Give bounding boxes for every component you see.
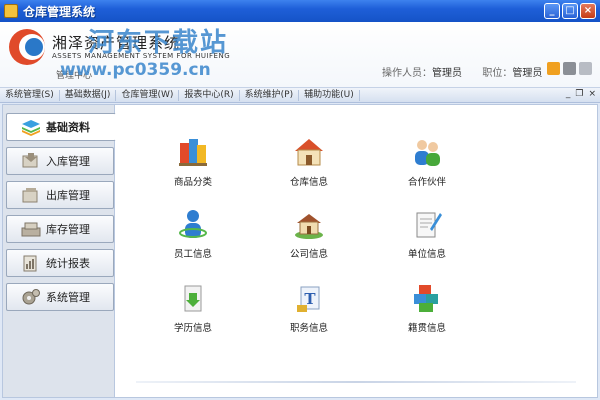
title-bar: 仓库管理系统 _ □ × [0,0,600,22]
sidebar-item-basic-info[interactable]: 基础资料 [6,113,116,141]
warehouse-house-icon [295,139,323,166]
help-icon[interactable] [547,62,560,75]
watermark-url: www.pc0359.cn [60,60,211,80]
mdi-minimize-icon[interactable]: _ [566,89,571,99]
operator-label: 操作人员： [382,68,432,79]
position-value: 管理员 [512,68,543,79]
tile-label: 合作伙伴 [407,177,446,188]
tile-partners[interactable]: 合作伙伴 [392,135,462,188]
menu-bar: 系统管理(S) 基础数据(J) 仓库管理(W) 报表中心(R) 系统维护(P) … [0,88,600,103]
report-icon [23,255,37,272]
user-info: 操作人员：管理员 职位：管理员 [382,64,542,79]
sidebar-item-label: 出库管理 [46,189,90,202]
sidebar: 基础资料 入库管理 出库管理 库存管理 统计报表 系统管理 [3,105,116,397]
content-divider [136,381,576,383]
tile-hometown-info[interactable]: 籍贯信息 [392,281,462,334]
window-title: 仓库管理系统 [23,4,96,19]
tile-label: 职务信息 [289,323,328,334]
menu-item-warehouse[interactable]: 仓库管理(W) [116,89,180,101]
sidebar-item-reports[interactable]: 统计报表 [6,249,114,277]
minimize-button[interactable]: _ [544,3,560,19]
mdi-restore-icon[interactable]: ❐ [575,89,583,99]
sidebar-item-system-admin[interactable]: 系统管理 [6,283,114,311]
stock-in-icon [22,153,38,168]
content-panel: 商品分类 仓库信息 合作伙伴 员工信息 公司信息 单位信息 学历信息 T 职务信… [116,105,597,397]
tile-employee-info[interactable]: 员工信息 [158,207,228,260]
inventory-icon [21,222,41,237]
sidebar-item-stock-out[interactable]: 出库管理 [6,181,114,209]
company-logo-icon [9,29,45,65]
menu-item-reports[interactable]: 报表中心(R) [179,89,240,101]
tile-education-info[interactable]: 学历信息 [158,281,228,334]
sidebar-item-label: 入库管理 [46,155,90,168]
tile-label: 员工信息 [173,249,212,260]
unit-icon [416,212,442,238]
sidebar-item-label: 基础资料 [46,121,90,134]
settings-icon [22,289,40,305]
layers-icon [22,120,40,136]
header-banner: 湘泽资产管理系统 ASSETS MANAGEMENT SYSTEM FOR HU… [0,22,600,88]
hometown-blocks-icon [414,285,438,312]
maximize-button[interactable]: □ [562,3,578,19]
menu-item-maintenance[interactable]: 系统维护(P) [240,89,300,101]
tile-label: 单位信息 [407,249,446,260]
partners-icon [415,140,440,166]
tile-company-info[interactable]: 公司信息 [274,207,344,260]
tile-label: 仓库信息 [289,177,328,188]
tile-job-title-info[interactable]: T 职务信息 [274,281,344,334]
tile-label: 商品分类 [173,177,212,188]
company-icon [295,214,323,239]
mdi-close-icon[interactable]: × [588,89,596,99]
tile-label: 籍贯信息 [407,323,446,334]
app-icon [4,4,18,18]
job-title-icon: T [297,286,320,312]
position-label: 职位： [482,68,513,79]
product-category-icon [179,139,207,166]
close-button[interactable]: × [580,3,596,19]
sidebar-item-stock-in[interactable]: 入库管理 [6,147,114,175]
stock-out-icon [22,188,38,203]
tile-warehouse-info[interactable]: 仓库信息 [274,135,344,188]
watermark-title: 河东下载站 [88,28,229,58]
sidebar-item-label: 系统管理 [46,291,90,304]
sidebar-item-label: 统计报表 [46,257,90,270]
main-area: 基础资料 入库管理 出库管理 库存管理 统计报表 系统管理 商品分类 仓库信息 … [2,104,598,398]
lock-icon[interactable] [563,62,576,75]
education-icon [184,285,202,312]
sidebar-item-inventory[interactable]: 库存管理 [6,215,114,243]
tile-product-category[interactable]: 商品分类 [158,135,228,188]
menu-item-system[interactable]: 系统管理(S) [0,89,60,101]
employee-icon [179,210,207,238]
tile-unit-info[interactable]: 单位信息 [392,207,462,260]
tile-label: 公司信息 [289,249,328,260]
menu-item-tools[interactable]: 辅助功能(U) [299,89,360,101]
operator-value: 管理员 [432,68,462,79]
sidebar-item-label: 库存管理 [46,223,90,236]
print-icon[interactable] [579,62,592,75]
tile-label: 学历信息 [173,323,212,334]
menu-item-basic-data[interactable]: 基础数据(J) [60,89,117,101]
